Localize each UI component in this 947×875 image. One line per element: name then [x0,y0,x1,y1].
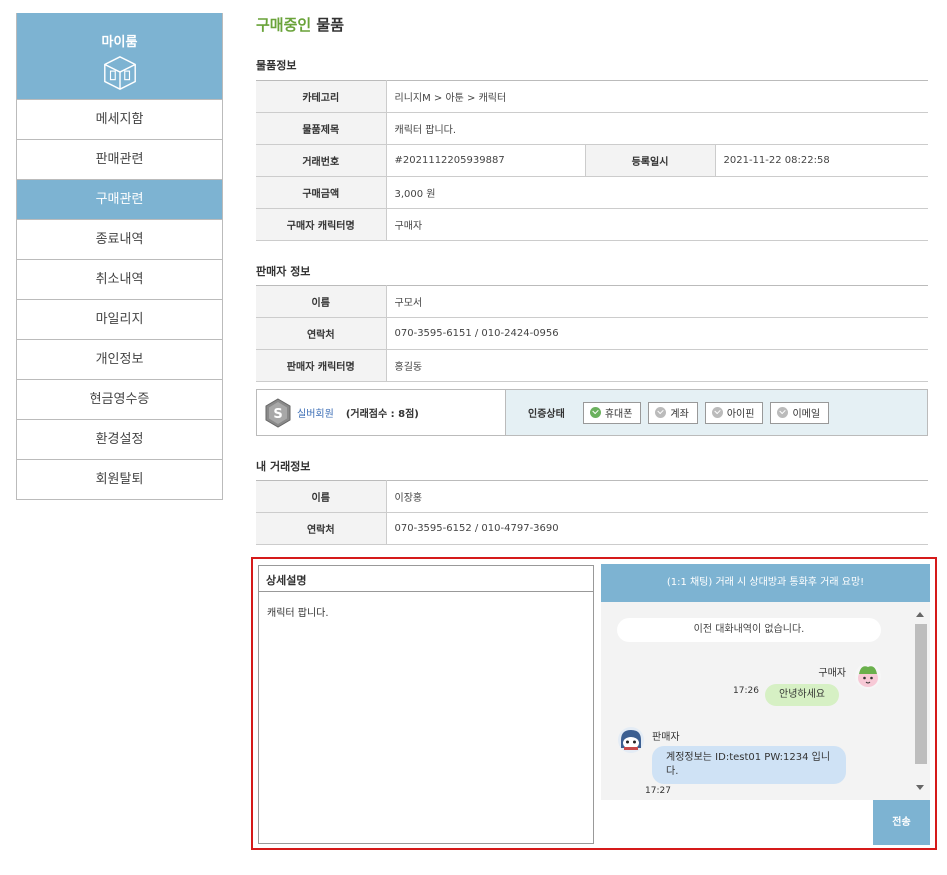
buyer-msg-time: 17:26 [733,686,759,696]
sidebar-title: 마이룸 [101,35,138,50]
svg-text:S: S [273,407,282,422]
seller-contact-value: 070-3595-6151 / 010-2424-0956 [386,317,928,350]
sidebar-item-purchases[interactable]: 구매관련 [17,179,222,219]
table-row: 이름 이장홍 [256,480,928,513]
seller-section-title: 판매자 정보 [256,265,311,278]
table-row: 이름 구모서 [256,285,928,318]
table-row: 구매자 캐릭터명 구매자 [256,208,928,241]
buyer-name: 구매자 [818,668,846,679]
sidebar-item-completed[interactable]: 종료내역 [17,219,222,259]
seller-chat-name: 판매자 [652,732,680,743]
buyer-character-label: 구매자 캐릭터명 [256,208,387,241]
table-row: 연락처 070-3595-6151 / 010-2424-0956 [256,317,928,350]
table-row: 연락처 070-3595-6152 / 010-4797-3690 [256,512,928,545]
check-icon [711,407,723,418]
buyer-avatar-icon [855,663,881,689]
table-row: 물품제목 캐릭터 팝니다. [256,112,928,145]
chat-header: (1:1 채팅) 거래 시 상대방과 통화후 거래 요망! [601,564,930,602]
category-label: 카테고리 [256,80,387,113]
detail-description-title: 상세설명 [259,566,593,592]
table-row: 카테고리 리니지M > 아툰 > 캐릭터 [256,80,928,113]
my-trade-info-table: 이름 이장홍 연락처 070-3595-6152 / 010-4797-3690 [256,480,928,545]
sidebar-item-personal-info[interactable]: 개인정보 [17,339,222,379]
seller-grade-box: S 실버회원 (거래점수 : 8점) 인증상태 휴대폰 계좌 아이핀 이메일 [256,389,928,436]
sidebar-item-messages[interactable]: 메세지함 [17,99,222,139]
detail-description-panel: 상세설명 캐릭터 팝니다. [258,565,594,844]
sidebar: 마이룸 메세지함 판매관련 구매관련 종료내역 취소내역 마일리지 개인정보 현… [16,13,223,500]
trade-score: (거래점수 : 8점) [345,409,419,420]
sidebar-item-withdraw[interactable]: 회원탈퇴 [17,459,222,499]
table-row: 거래번호 #2021112205939887 등록일시 2021-11-22 0… [256,144,928,177]
page-title-accent: 구매중인 [256,16,312,34]
chat-input[interactable] [601,800,873,845]
reg-date-value: 2021-11-22 08:22:58 [715,144,928,177]
room-cube-icon [103,56,136,90]
seller-info-table: 이름 구모서 연락처 070-3595-6151 / 010-2424-0956… [256,285,928,382]
product-info-table: 카테고리 리니지M > 아툰 > 캐릭터 물품제목 캐릭터 팝니다. 거래번호 … [256,80,928,241]
buyer-message: 안녕하세요 [765,684,839,706]
table-row: 구매금액 3,000 원 [256,176,928,209]
chat-messages[interactable]: 이전 대화내역이 없습니다. 구매자 17:26 안녕하세요 판매자 계정정보는… [601,602,930,800]
verify-ipin-button[interactable]: 아이핀 [704,401,764,424]
price-label: 구매금액 [256,176,387,209]
item-title-value: 캐릭터 팝니다. [386,112,928,145]
trade-number-label: 거래번호 [256,144,387,177]
product-section-title: 물품정보 [256,59,297,72]
verify-phone-button[interactable]: 휴대폰 [582,401,642,424]
my-contact-label: 연락처 [256,512,387,545]
send-button[interactable]: 전송 [873,800,930,845]
seller-name-label: 이름 [256,285,387,318]
trade-number-value: #2021112205939887 [386,144,585,177]
verification-label: 인증상태 [528,409,565,420]
seller-message: 계정정보는 ID:test01 PW:1234 입니다. [652,746,846,784]
sidebar-header: 마이룸 [17,13,222,99]
check-icon [589,407,601,418]
scroll-up-arrow-icon[interactable] [916,612,924,617]
sidebar-item-cash-receipt[interactable]: 현금영수증 [17,379,222,419]
my-contact-value: 070-3595-6152 / 010-4797-3690 [386,512,928,545]
sidebar-item-cancelled[interactable]: 취소내역 [17,259,222,299]
chat-panel: (1:1 채팅) 거래 시 상대방과 통화후 거래 요망! 이전 대화내역이 없… [601,564,930,845]
check-icon [777,407,789,418]
price-value: 3,000 원 [386,176,928,209]
scroll-down-arrow-icon[interactable] [916,785,924,790]
page-title-rest: 물품 [311,16,345,34]
check-icon [655,407,667,418]
verify-email-button[interactable]: 이메일 [770,401,830,424]
seller-character-value: 홍길동 [386,349,928,382]
page-title: 구매중인 물품 [256,14,344,35]
seller-name-value: 구모서 [386,285,928,318]
seller-contact-label: 연락처 [256,317,387,350]
chat-scrollbar[interactable] [914,608,928,792]
verification-status: 인증상태 휴대폰 계좌 아이핀 이메일 [506,390,927,435]
verify-account-button[interactable]: 계좌 [648,401,698,424]
verify-email-label: 이메일 [792,409,821,420]
sidebar-item-settings[interactable]: 환경설정 [17,419,222,459]
sidebar-item-mileage[interactable]: 마일리지 [17,299,222,339]
seller-msg-time: 17:27 [645,786,671,796]
sidebar-item-sales[interactable]: 판매관련 [17,139,222,179]
reg-date-label: 등록일시 [584,144,716,177]
my-name-label: 이름 [256,480,387,513]
verify-ipin-label: 아이핀 [726,409,755,420]
seller-grade: S 실버회원 (거래점수 : 8점) [257,390,506,435]
item-title-label: 물품제목 [256,112,387,145]
seller-character-label: 판매자 캐릭터명 [256,349,387,382]
my-trade-section-title: 내 거래정보 [256,460,311,473]
table-row: 판매자 캐릭터명 홍길동 [256,349,928,382]
chat-notice: 이전 대화내역이 없습니다. [617,618,881,642]
seller-avatar-icon [618,727,644,753]
my-name-value: 이장홍 [386,480,928,513]
silver-badge-icon: S [265,397,291,428]
scroll-thumb[interactable] [915,624,927,764]
member-grade[interactable]: 실버회원 [297,405,334,420]
detail-description-body: 캐릭터 팝니다. [267,608,329,619]
buyer-character-value: 구매자 [386,208,928,241]
verify-phone-label: 휴대폰 [604,409,633,420]
highlight-box: 상세설명 캐릭터 팝니다. (1:1 채팅) 거래 시 상대방과 통화후 거래 … [251,557,937,850]
category-value: 리니지M > 아툰 > 캐릭터 [386,80,928,113]
verify-account-label: 계좌 [670,409,689,420]
